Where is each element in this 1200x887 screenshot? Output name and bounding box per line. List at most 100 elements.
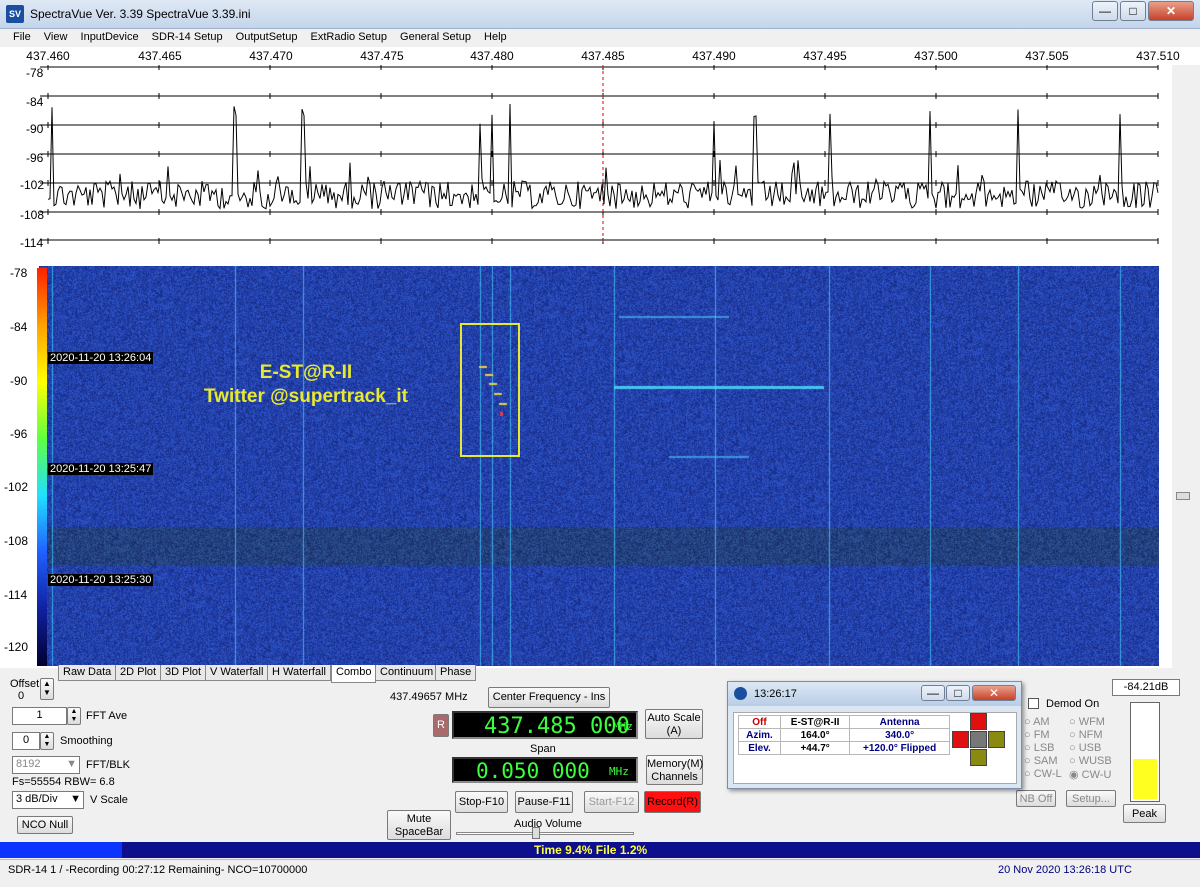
menu-view[interactable]: View	[39, 29, 73, 45]
center-stop-icon[interactable]	[970, 731, 987, 748]
tracker-antenna-elevation: +120.0° Flipped	[849, 741, 950, 755]
arrow-down-icon[interactable]	[970, 749, 987, 766]
status-left-text: SDR-14 1 / -Recording 00:27:12 Remaining…	[8, 864, 308, 876]
tracker-off-cell[interactable]: Off	[738, 715, 781, 729]
mode-fm[interactable]: ○ FM	[1024, 729, 1050, 741]
fft-blk-select[interactable]: 8192 ▼	[12, 756, 80, 774]
tracker-window[interactable]: 13:26:17 — □ ✕ Off E-ST@R-II Antenna Azi…	[727, 681, 1022, 789]
tab-h-waterfall[interactable]: H Waterfall	[267, 665, 331, 681]
peak-button[interactable]: Peak	[1123, 804, 1166, 823]
close-button[interactable]: ✕	[1148, 1, 1194, 21]
tracker-row-label: Azim.	[738, 728, 781, 742]
nb-off-button[interactable]: NB Off	[1016, 790, 1056, 807]
mode-sam[interactable]: ○ SAM	[1024, 755, 1058, 767]
tracker-antenna-azimuth: 340.0°	[849, 728, 950, 742]
span-display[interactable]: 0.050 000 MHz	[452, 757, 638, 783]
vscale-label: V Scale	[90, 794, 128, 806]
waterfall-slider-thumb[interactable]	[1176, 492, 1190, 500]
chevron-down-icon: ▼	[70, 793, 81, 805]
mode-nfm[interactable]: ○ NFM	[1069, 729, 1103, 741]
mode-lsb[interactable]: ○ LSB	[1024, 742, 1055, 754]
arrow-right-icon[interactable]	[988, 731, 1005, 748]
tab-phase[interactable]: Phase	[435, 665, 477, 681]
waterfall-db-label: -120	[4, 640, 29, 654]
vscale-select[interactable]: 3 dB/Div ▼	[12, 791, 84, 809]
mode-usb[interactable]: ○ USB	[1069, 742, 1101, 754]
menu-general-setup[interactable]: General Setup	[395, 29, 476, 45]
recording-progress-fill	[0, 842, 122, 858]
mode-cw-l[interactable]: ○ CW-L	[1024, 768, 1062, 780]
nco-null-button[interactable]: NCO Null	[17, 816, 73, 834]
mode-am[interactable]: ○ AM	[1024, 716, 1050, 728]
minimize-button[interactable]: —	[1092, 1, 1118, 21]
mute-button[interactable]: Mute SpaceBar	[387, 810, 451, 840]
tracker-sat-header: E-ST@R-II	[779, 715, 851, 729]
menu-bar: File View InputDevice SDR-14 Setup Outpu…	[0, 29, 1200, 47]
fft-ave-label: FFT Ave	[86, 710, 128, 722]
audio-volume-label: Audio Volume	[514, 818, 582, 830]
pause-button[interactable]: Pause-F11	[515, 791, 573, 813]
record-button[interactable]: Record(R)	[644, 791, 701, 813]
menu-outputsetup[interactable]: OutputSetup	[231, 29, 303, 45]
center-frequency-button[interactable]: Center Frequency - Ins	[488, 687, 610, 708]
audio-volume-thumb[interactable]	[532, 827, 540, 839]
fft-ave-field[interactable]: 1	[12, 707, 67, 725]
setup-button[interactable]: Setup...	[1066, 790, 1116, 807]
fft-ave-spinner[interactable]: ▲ ▼	[67, 707, 81, 725]
vscale-value: 3 dB/Div	[16, 793, 58, 805]
tab-combo[interactable]: Combo	[331, 665, 377, 683]
color-scale-bar	[37, 268, 47, 666]
time-file-progress: Time 9.4% File 1.2%	[534, 843, 648, 857]
tab-2d-plot[interactable]: 2D Plot	[115, 665, 162, 681]
tab-continuum[interactable]: Continuum	[375, 665, 439, 681]
menu-file[interactable]: File	[8, 29, 36, 45]
tracker-content: Off E-ST@R-II Antenna Azim. 164.0° 340.0…	[733, 712, 1017, 784]
annotation-twitter: Twitter @supertrack_it	[203, 386, 408, 407]
audio-volume-slider[interactable]	[456, 832, 634, 835]
menu-help[interactable]: Help	[479, 29, 512, 45]
tracker-table: Off E-ST@R-II Antenna Azim. 164.0° 340.0…	[738, 715, 950, 755]
offset-spinner[interactable]: ▲ ▼	[40, 678, 54, 700]
mode-wfm[interactable]: ○ WFM	[1069, 716, 1105, 728]
spectrum-db-label: -108	[20, 208, 45, 222]
arrow-up-icon[interactable]	[970, 713, 987, 730]
arrow-left-icon[interactable]	[952, 731, 969, 748]
tracker-row-label: Elev.	[738, 741, 781, 755]
tab-raw-data[interactable]: Raw Data	[58, 665, 117, 681]
menu-extradio-setup[interactable]: ExtRadio Setup	[306, 29, 392, 45]
memory-channels-button[interactable]: Memory(M) Channels	[646, 755, 703, 785]
r-button[interactable]: R	[433, 714, 449, 737]
demod-mode-group: ○ AM ○ FM ○ LSB ○ SAM ○ CW-L ○ WFM ○ NFM…	[1024, 716, 1124, 788]
demod-on-checkbox[interactable]	[1028, 698, 1039, 709]
waterfall-db-label: -102	[4, 480, 29, 494]
tracker-close-button[interactable]: ✕	[972, 685, 1016, 701]
mode-cw-u[interactable]: ◉ CW-U	[1069, 768, 1111, 781]
menu-inputdevice[interactable]: InputDevice	[76, 29, 144, 45]
start-button[interactable]: Start-F12	[584, 791, 639, 813]
mode-wusb[interactable]: ○ WUSB	[1069, 755, 1112, 767]
menu-sdr14-setup[interactable]: SDR-14 Setup	[147, 29, 228, 45]
waterfall-panel[interactable]: -78 -84 -90 -96 -102 -108 -114 -120 2020…	[0, 263, 1172, 668]
waterfall-db-label: -78	[10, 266, 28, 280]
spectrum-db-label: -114	[20, 236, 44, 250]
maximize-button[interactable]: □	[1120, 1, 1146, 21]
tracker-minimize-button[interactable]: —	[921, 685, 945, 701]
waterfall-db-label: -96	[10, 427, 28, 441]
tracker-maximize-button[interactable]: □	[946, 685, 970, 701]
waterfall-display	[39, 266, 1159, 666]
auto-scale-button[interactable]: Auto Scale (A)	[645, 709, 703, 739]
stop-button[interactable]: Stop-F10	[455, 791, 508, 813]
freq-tick-label: 437.500	[914, 49, 958, 63]
spectrum-db-label: -84	[26, 95, 44, 109]
spectrum-plot[interactable]: -78 -84 -90 -96 -102 -108 -114	[0, 65, 1172, 263]
waterfall-db-label: -108	[4, 534, 29, 548]
offset-label: Offset	[10, 678, 40, 690]
waterfall-timestamp: 2020-11-20 13:26:04	[48, 352, 154, 364]
tab-3d-plot[interactable]: 3D Plot	[160, 665, 207, 681]
span-value: 0.050 000	[476, 759, 590, 783]
smoothing-field[interactable]: 0	[12, 732, 40, 750]
center-frequency-display[interactable]: 437.485 000 MHz	[452, 711, 638, 739]
tab-v-waterfall[interactable]: V Waterfall	[205, 665, 269, 681]
smoothing-spinner[interactable]: ▲ ▼	[40, 732, 54, 750]
fft-blk-value: 8192	[16, 758, 41, 770]
